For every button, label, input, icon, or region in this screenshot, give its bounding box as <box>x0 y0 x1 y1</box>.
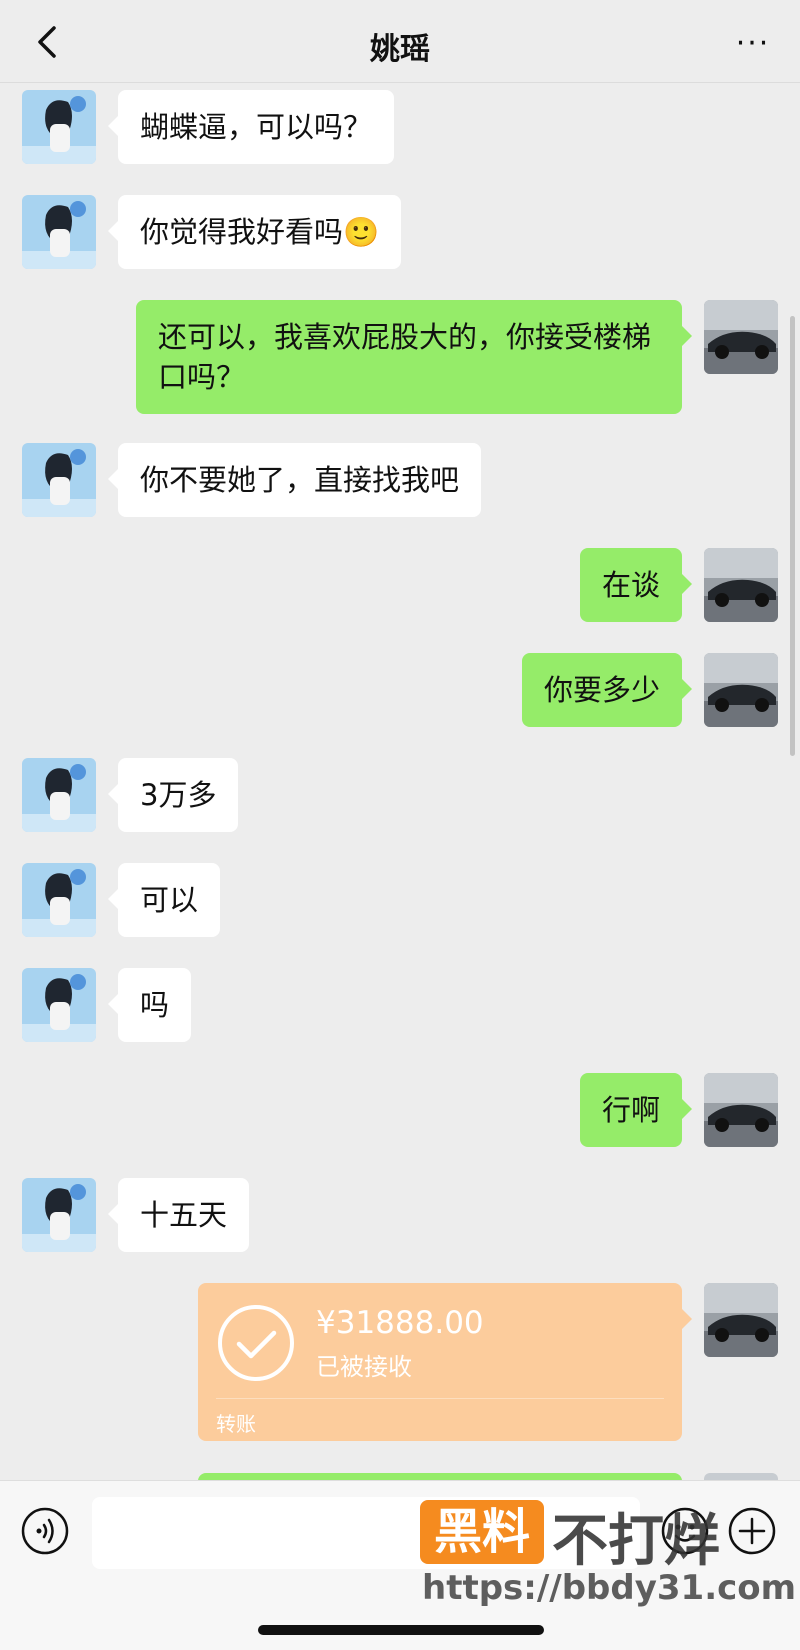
message-bubble-incoming[interactable]: 可以 <box>107 863 221 937</box>
scrollbar[interactable] <box>790 316 795 756</box>
transfer-card[interactable]: ¥31888.00 已被接收 转账 <box>198 1283 692 1441</box>
my-avatar[interactable] <box>704 653 778 727</box>
more-options-button[interactable]: ··· <box>728 26 778 61</box>
message-bubble-incoming[interactable]: 你觉得我好看吗🙂 <box>107 195 402 269</box>
plus-icon <box>728 1507 776 1555</box>
top-bar: 姚瑶 ··· <box>0 0 800 83</box>
contact-avatar[interactable] <box>22 443 96 517</box>
message-bubble-incoming[interactable]: 蝴蝶逼，可以吗？ <box>107 90 395 164</box>
message-bubble-outgoing[interactable]: 行啊 <box>579 1073 693 1147</box>
message-bubble-outgoing[interactable]: 还可以，我喜欢屁股大的，你接受楼梯口吗？ <box>136 300 692 414</box>
transfer-amount: ¥31888.00 <box>316 1305 484 1341</box>
contact-avatar[interactable] <box>22 863 96 937</box>
watermark-url: https://bbdy31.com <box>422 1568 797 1608</box>
chat-title: 姚瑶 <box>370 32 430 67</box>
message-bubble-outgoing[interactable]: 在谈 <box>579 548 693 622</box>
message-bubble-outgoing[interactable]: 你要多少 <box>521 653 693 727</box>
home-indicator[interactable] <box>258 1625 544 1635</box>
message-bubble-incoming[interactable]: 吗 <box>107 968 192 1042</box>
my-avatar[interactable] <box>704 548 778 622</box>
watermark-logo: 黑料 <box>420 1500 544 1564</box>
message-bubble-incoming[interactable]: 你不要她了，直接找我吧 <box>107 443 482 517</box>
message-bubble-incoming[interactable]: 3万多 <box>107 758 239 832</box>
plus-button[interactable] <box>727 1506 777 1556</box>
contact-avatar[interactable] <box>22 968 96 1042</box>
message-bubble-incoming[interactable]: 十五天 <box>107 1178 250 1252</box>
contact-avatar[interactable] <box>22 195 96 269</box>
my-avatar[interactable] <box>704 1073 778 1147</box>
voice-button[interactable] <box>20 1506 70 1556</box>
contact-avatar[interactable] <box>22 758 96 832</box>
check-circle-icon <box>218 1305 294 1381</box>
transfer-status: 已被接收 <box>316 1353 412 1381</box>
my-avatar[interactable] <box>704 300 778 374</box>
voice-icon <box>21 1507 69 1555</box>
transfer-divider <box>216 1398 664 1399</box>
watermark-tagline: 不打烊 <box>552 1509 720 1574</box>
contact-avatar[interactable] <box>22 1178 96 1252</box>
contact-avatar[interactable] <box>22 90 96 164</box>
my-avatar[interactable] <box>704 1283 778 1357</box>
transfer-label: 转账 <box>216 1412 256 1436</box>
